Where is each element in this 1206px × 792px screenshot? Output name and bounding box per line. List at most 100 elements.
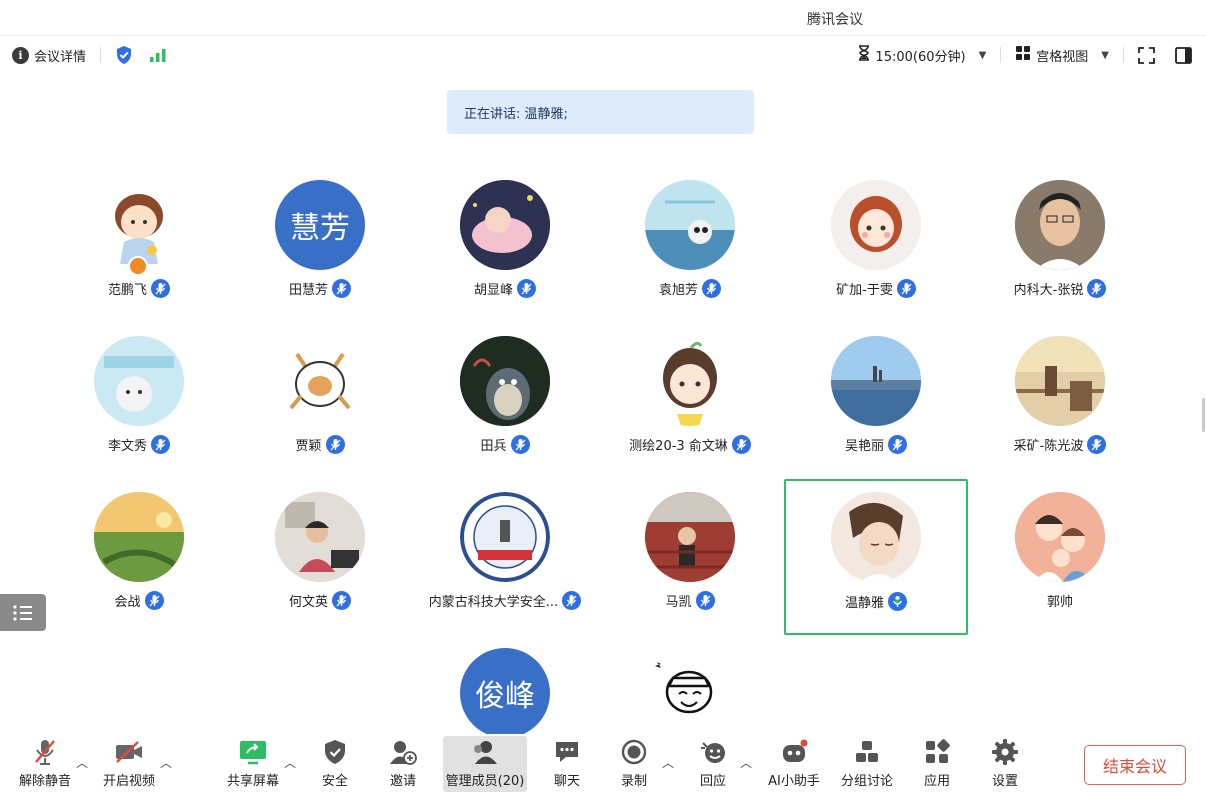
chevron-up-icon[interactable]: ︿ [740, 754, 752, 771]
microphone-icon [332, 591, 351, 610]
participant-tile[interactable]: 李文秀 [47, 336, 231, 492]
participant-tile[interactable]: 胡显峰 [413, 180, 597, 336]
avatar [94, 336, 184, 426]
participant-tile[interactable]: 慧芳 田慧芳 [228, 180, 412, 336]
avatar [460, 492, 550, 582]
participant-tile[interactable]: 俊峰 [413, 648, 597, 734]
shield-icon[interactable] [115, 45, 133, 65]
hourglass-icon [858, 45, 870, 65]
scrollbar[interactable] [1202, 398, 1205, 432]
chat-icon [554, 736, 580, 768]
participant-tile[interactable]: 郭帅 [968, 492, 1152, 648]
microphone-icon [1087, 435, 1107, 454]
add-user-icon [389, 736, 417, 768]
manage-members-button[interactable]: 管理成员(20) [443, 736, 527, 792]
member-list-toggle-button[interactable] [0, 594, 46, 631]
microphone-icon [332, 279, 351, 298]
chevron-up-icon[interactable]: ︿ [76, 754, 88, 771]
participant-name-line: 袁旭芳 [598, 279, 782, 298]
divider [1000, 47, 1002, 63]
participant-tile[interactable]: 内蒙古科技大学安全... [413, 492, 597, 648]
participant-name-line: 测绘20-3 俞文琳 [598, 435, 782, 454]
end-meeting-button[interactable]: 结束会议 [1084, 745, 1186, 785]
ai-assistant-label: AI小助手 [768, 774, 820, 789]
meeting-details-label: 会议详情 [34, 49, 87, 65]
participant-tile[interactable]: 测绘20-3 俞文琳 [598, 336, 782, 492]
divider [100, 47, 102, 63]
robot-icon [779, 736, 809, 768]
view-mode-dropdown[interactable]: 宫格视图 ▼ [1015, 45, 1109, 65]
gear-icon [991, 736, 1019, 768]
reaction-icon [699, 736, 727, 768]
unmute-button[interactable]: 解除静音 [12, 736, 78, 792]
participant-name: 马凯 [665, 595, 692, 610]
chevron-down-icon: ▼ [1101, 49, 1109, 61]
record-button[interactable]: 录制 [609, 736, 659, 792]
invite-button[interactable]: 邀请 [378, 736, 428, 792]
participant-name-line: 贾颖 [228, 435, 412, 454]
microphone-icon [562, 591, 582, 610]
signal-icon[interactable] [149, 47, 167, 63]
participant-name-line: 范鹏飞 [47, 279, 231, 298]
apps-button[interactable]: 应用 [912, 736, 962, 792]
chat-button[interactable]: 聊天 [542, 736, 592, 792]
share-screen-button[interactable]: 共享屏幕 [220, 736, 286, 792]
avatar [645, 648, 735, 734]
chevron-up-icon[interactable]: ︿ [284, 754, 296, 771]
chat-label: 聊天 [553, 774, 580, 789]
avatar [94, 492, 184, 582]
timer-display[interactable]: 15:00(60分钟) ▼ [858, 45, 986, 65]
breakout-icon [854, 736, 880, 768]
participant-tile[interactable]: 采矿-陈光波 [968, 336, 1152, 492]
participant-name-line: 胡显峰 [413, 279, 597, 298]
participant-name: 温静雅 [844, 596, 884, 611]
host-badge-icon [128, 256, 148, 276]
participant-tile[interactable]: 范鹏飞 [47, 180, 231, 336]
participant-tile[interactable]: 马凯 [598, 492, 782, 648]
microphone-icon [510, 435, 530, 454]
start-video-button[interactable]: 开启视频 [96, 736, 162, 792]
microphone-icon [325, 435, 345, 454]
chevron-up-icon[interactable]: ︿ [662, 754, 674, 771]
record-icon [621, 736, 647, 768]
avatar [645, 180, 735, 270]
meeting-details-button[interactable]: i 会议详情 [12, 46, 86, 65]
fullscreen-icon[interactable] [1138, 46, 1155, 64]
participant-tile[interactable]: 会战 [47, 492, 231, 648]
sidebar-toggle-icon[interactable] [1175, 46, 1192, 64]
info-icon: i [12, 46, 29, 64]
participant-name: 贾颖 [295, 439, 322, 454]
participant-tile[interactable]: 田兵 [413, 336, 597, 492]
participant-tile[interactable]: 矿加-于雯 [784, 180, 968, 336]
ai-assistant-button[interactable]: AI小助手 [764, 736, 824, 792]
avatar: 慧芳 [275, 180, 365, 270]
chevron-down-icon: ▼ [978, 49, 987, 61]
breakout-rooms-button[interactable]: 分组讨论 [836, 736, 898, 792]
participant-tile[interactable]: 贾颖 [228, 336, 412, 492]
participant-name-line: 马凯 [598, 591, 782, 610]
participant-name-line: 内科大-张锐 [968, 279, 1152, 298]
participant-tile[interactable]: 何文英 [228, 492, 412, 648]
microphone-muted-icon [33, 736, 57, 768]
microphone-icon [144, 591, 164, 610]
timer-label: 15:00(60分钟) [875, 49, 966, 65]
title-bar: 腾讯会议 [0, 0, 1206, 36]
participant-name: 内蒙古科技大学安全... [428, 595, 559, 610]
avatar [831, 180, 921, 270]
settings-button[interactable]: 设置 [980, 736, 1030, 792]
reaction-button[interactable]: 回应 [688, 736, 738, 792]
security-button[interactable]: 安全 [310, 736, 360, 792]
chevron-up-icon[interactable]: ︿ [160, 754, 172, 771]
participant-tile[interactable] [598, 648, 782, 734]
microphone-icon [702, 279, 721, 298]
microphone-icon [151, 279, 170, 298]
participant-tile-active-speaker[interactable]: 温静雅 [784, 479, 968, 635]
avatar [1015, 492, 1105, 582]
participant-tile[interactable]: 袁旭芳 [598, 180, 782, 336]
participant-tile[interactable]: 吴艳丽 [784, 336, 968, 492]
avatar [1015, 336, 1105, 426]
participant-tile[interactable]: 内科大-张锐 [968, 180, 1152, 336]
participant-name: 会战 [114, 595, 141, 610]
avatar [831, 492, 921, 582]
shield-icon [323, 736, 347, 768]
